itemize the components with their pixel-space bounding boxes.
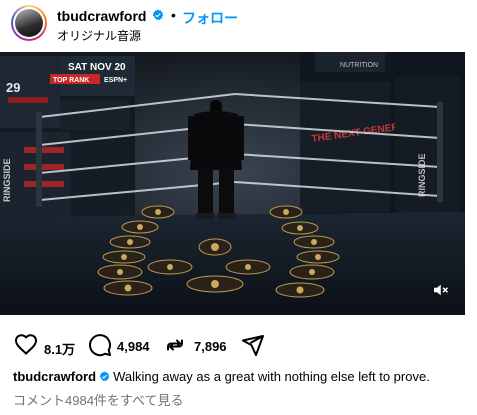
mute-icon[interactable] <box>431 281 449 299</box>
share-icon[interactable] <box>241 333 265 357</box>
separator-dot: • <box>171 7 176 23</box>
caption-username[interactable]: tbudcrawford <box>13 369 96 384</box>
like-count[interactable]: 8.1万 <box>44 339 75 358</box>
avatar[interactable] <box>11 5 47 41</box>
post-caption: tbudcrawford Walking away as a great wit… <box>13 369 430 384</box>
svg-text:29: 29 <box>6 80 20 95</box>
poster-network-text: ESPN+ <box>104 77 127 84</box>
caption-text: Walking away as a great with nothing els… <box>113 369 430 384</box>
poster-brand-text: TOP RANK <box>53 77 89 84</box>
verified-badge-icon <box>152 9 164 20</box>
poster-right-ringside: RINGSIDE <box>417 153 427 197</box>
video-frame: 29 SAT NOV 20 TOP RANK ESPN+ RINGSIDE NU… <box>0 52 465 315</box>
post-header: tbudcrawford • フォロー オリジナル音源 <box>0 0 477 48</box>
comment-count[interactable]: 4,984 <box>117 339 150 354</box>
repost-icon[interactable] <box>163 333 187 357</box>
comment-icon[interactable] <box>88 333 112 357</box>
action-bar: 8.1万 4,984 7,896 <box>0 330 477 360</box>
heart-icon[interactable] <box>14 333 38 357</box>
original-audio-link[interactable]: オリジナル音源 <box>57 27 141 44</box>
poster-left-ringside: RINGSIDE <box>2 158 12 202</box>
poster-right-top: NUTRITION <box>340 62 378 69</box>
video-player[interactable]: 29 SAT NOV 20 TOP RANK ESPN+ RINGSIDE NU… <box>0 52 465 315</box>
username-link[interactable]: tbudcrawford <box>57 8 146 24</box>
view-all-comments-link[interactable]: コメント4984件をすべて見る <box>13 390 184 409</box>
repost-count[interactable]: 7,896 <box>194 339 227 354</box>
poster-date-text: SAT NOV 20 <box>68 62 126 73</box>
follow-button[interactable]: フォロー <box>182 8 238 28</box>
verified-badge-icon <box>99 371 110 382</box>
